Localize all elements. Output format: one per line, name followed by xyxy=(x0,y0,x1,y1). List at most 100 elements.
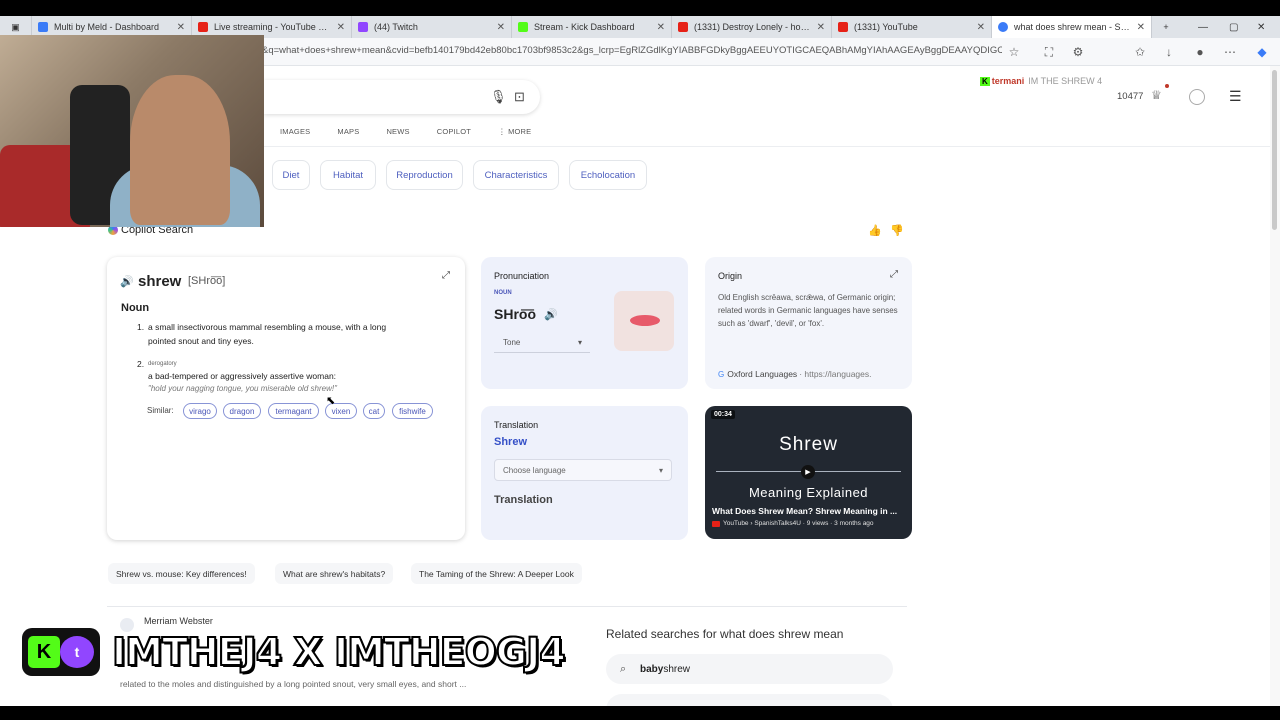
tab-news[interactable]: NEWS xyxy=(386,127,409,136)
pronunciation-speaker-icon[interactable]: 🔊 xyxy=(544,308,558,321)
lips-image xyxy=(630,315,660,326)
tab-close-icon[interactable]: ✕ xyxy=(1137,22,1145,33)
favorite-star-icon[interactable]: ☆ xyxy=(1006,44,1022,60)
tab-close-icon[interactable]: ✕ xyxy=(817,22,825,33)
tab-favicon-icon xyxy=(998,22,1008,32)
stream-banner: K t IMTHEJ4 X IMTHEOGJ4 xyxy=(22,628,567,676)
streamer-name: termani xyxy=(991,76,1025,86)
rewards-trophy-icon[interactable]: ♕ xyxy=(1151,88,1162,102)
download-icon[interactable]: ↓ xyxy=(1161,44,1177,60)
stream-banner-text: IMTHEJ4 X IMTHEOGJ4 xyxy=(111,629,567,675)
followup-chip[interactable]: What are shrew's habitats? xyxy=(275,563,394,584)
similar-word-chip[interactable]: cat xyxy=(363,403,385,419)
tab-more-label: MORE xyxy=(508,127,532,136)
screen-bottom-bar xyxy=(0,706,1280,720)
related-searches-title: Related searches for what does shrew mea… xyxy=(606,627,844,641)
chevron-down-icon: ▾ xyxy=(658,465,663,475)
similar-word-chip[interactable]: termagant xyxy=(268,403,319,419)
favorites-icon[interactable]: ✩ xyxy=(1132,44,1148,60)
streamer-face xyxy=(130,75,230,225)
platform-logos: K t xyxy=(22,628,100,676)
video-meta-text: YouTube › SpanishTalks4U · 9 views · 3 m… xyxy=(723,520,874,527)
url-field[interactable]: &q=what+does+shrew+mean&cvid=befb140179b… xyxy=(262,45,1002,56)
language-select[interactable]: Choose language ▾ xyxy=(494,459,672,481)
thumbs-up-icon[interactable]: 👍 xyxy=(868,224,882,237)
extensions-icon[interactable]: ⚙ xyxy=(1070,44,1086,60)
definition-phonetic: [SHro͞o] xyxy=(188,275,226,287)
kick-logo-icon: K xyxy=(28,636,60,668)
expand-icon[interactable]: ⤢ xyxy=(442,270,450,281)
minimize-icon[interactable]: — xyxy=(1198,16,1208,38)
translation-output: Translation xyxy=(494,494,553,506)
visual-search-icon[interactable]: ⊡ xyxy=(514,89,525,105)
sense-text: a bad-tempered or aggressively assertive… xyxy=(148,371,337,381)
copilot-sidebar-icon[interactable]: ◆ xyxy=(1254,44,1270,60)
tab-favicon-icon xyxy=(38,22,48,32)
account-avatar[interactable] xyxy=(1189,89,1205,105)
video-thumbnail-title: Shrew xyxy=(779,434,838,455)
play-icon[interactable]: ▶ xyxy=(801,465,815,479)
tab-close-icon[interactable]: ✕ xyxy=(337,22,345,33)
browser-tab[interactable]: Stream - Kick Dashboard ✕ xyxy=(512,16,672,38)
pronunciation-label: Pronunciation xyxy=(494,271,550,281)
speaker-icon[interactable]: 🔊 xyxy=(120,275,134,288)
browser-tab-active[interactable]: what does shrew mean - Search ✕ xyxy=(992,16,1152,38)
more-menu-icon[interactable]: ⋯ xyxy=(1222,44,1238,60)
similar-word-chip[interactable]: fishwife xyxy=(392,403,433,419)
hamburger-menu-icon[interactable]: ☰ xyxy=(1229,88,1242,105)
origin-source[interactable]: G Oxford Languages · https://languages. xyxy=(718,369,871,379)
result-source[interactable]: Merriam Webster xyxy=(144,616,213,626)
translation-source-word: Shrew xyxy=(494,436,528,448)
sense-number: 2. xyxy=(137,359,145,369)
tab-close-icon[interactable]: ✕ xyxy=(657,22,665,33)
part-of-speech: Noun xyxy=(121,302,150,314)
browser-tab[interactable]: (44) Twitch ✕ xyxy=(352,16,512,38)
similar-word-chip[interactable]: dragon xyxy=(223,403,261,419)
similar-word-chip[interactable]: virago xyxy=(183,403,217,419)
search-icon: ⌕ xyxy=(620,662,627,675)
tab-maps[interactable]: MAPS xyxy=(337,127,359,136)
chip-characteristics[interactable]: Characteristics xyxy=(473,160,559,190)
chip-echolocation[interactable]: Echolocation xyxy=(569,160,647,190)
chip-habitat[interactable]: Habitat xyxy=(320,160,376,190)
search-nav-tabs: IMAGES MAPS NEWS COPILOT ⋮ MORE xyxy=(280,127,558,136)
similar-label: Similar: xyxy=(147,406,174,415)
screen-cast-icon[interactable]: ⛶ xyxy=(1041,44,1057,60)
profile-icon[interactable]: ● xyxy=(1192,44,1208,60)
window-close-icon[interactable]: ✕ xyxy=(1257,16,1265,38)
stream-tagline: IM THE SHREW 4 xyxy=(1028,76,1103,86)
youtube-icon xyxy=(712,520,720,527)
expand-icon[interactable]: ⤢ xyxy=(890,269,898,280)
microphone-icon[interactable]: 🎙 xyxy=(490,89,507,105)
tab-images[interactable]: IMAGES xyxy=(280,127,310,136)
chip-reproduction[interactable]: Reproduction xyxy=(386,160,463,190)
tone-select[interactable]: Tone ▾ xyxy=(494,333,590,353)
notification-dot xyxy=(1165,84,1169,88)
chevron-down-icon: ▾ xyxy=(577,338,582,347)
tab-close-icon[interactable]: ✕ xyxy=(497,22,505,33)
tab-close-icon[interactable]: ✕ xyxy=(977,22,985,33)
usage-tag: derogatory xyxy=(148,361,177,367)
thumbs-down-icon[interactable]: 👎 xyxy=(890,224,904,237)
browser-tab[interactable]: (1331) Destroy Lonely - how u fe ✕ xyxy=(672,16,832,38)
new-tab-icon[interactable]: + xyxy=(1152,16,1180,38)
maximize-icon[interactable]: ▢ xyxy=(1229,16,1238,38)
followup-chip[interactable]: Shrew vs. mouse: Key differences! xyxy=(108,563,255,584)
webcam-overlay xyxy=(0,35,264,227)
tab-more[interactable]: ⋮ MORE xyxy=(498,127,531,136)
followup-chip[interactable]: The Taming of the Shrew: A Deeper Look xyxy=(411,563,582,584)
tab-close-icon[interactable]: ✕ xyxy=(177,22,185,33)
definition-word: shrew xyxy=(138,273,182,290)
browser-tab[interactable]: (1331) YouTube ✕ xyxy=(832,16,992,38)
related-search-item[interactable]: ⌕ baby shrew xyxy=(606,654,893,684)
chip-diet[interactable]: Diet xyxy=(272,160,310,190)
tab-copilot[interactable]: COPILOT xyxy=(437,127,471,136)
origin-source-name: Oxford Languages xyxy=(727,369,798,379)
rewards-points[interactable]: 10477 xyxy=(1117,91,1143,102)
scrollbar-thumb[interactable] xyxy=(1272,70,1277,230)
tab-favicon-icon xyxy=(678,22,688,32)
tone-select-value: Tone xyxy=(503,338,521,347)
video-caption[interactable]: What Does Shrew Mean? Shrew Meaning in .… xyxy=(712,506,907,516)
mouth-animation xyxy=(614,291,674,351)
sense-text-line: pointed snout and tiny eyes. xyxy=(148,336,254,346)
